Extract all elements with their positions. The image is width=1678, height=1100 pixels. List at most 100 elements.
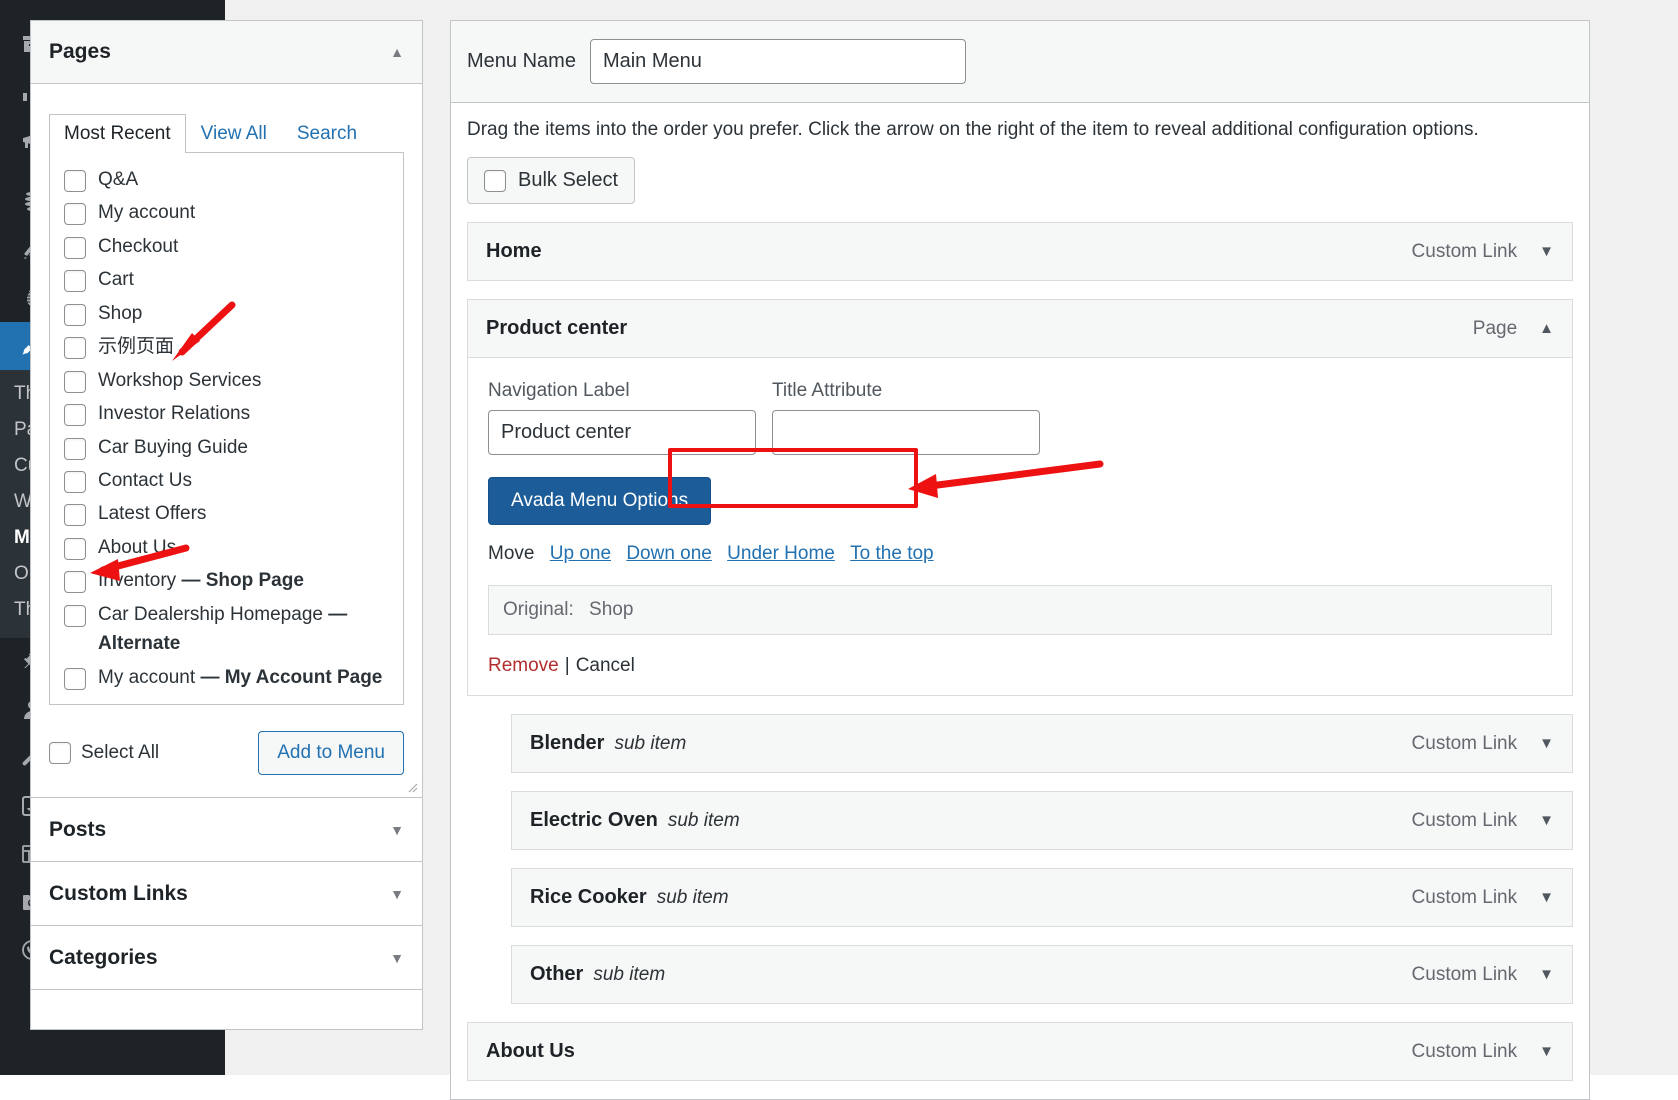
- move-controls: Move Up one Down one Under Home To the t…: [488, 543, 1552, 565]
- posts-panel: Posts ▼: [30, 798, 423, 862]
- menu-item-title-wrap: Blendersub item: [530, 732, 686, 755]
- checkbox-icon[interactable]: [64, 504, 86, 526]
- checkbox-icon[interactable]: [64, 571, 86, 593]
- checkbox-icon[interactable]: [64, 438, 86, 460]
- checkbox-icon[interactable]: [64, 668, 86, 690]
- page-label: Shop: [98, 299, 389, 328]
- chevron-down-icon[interactable]: ▼: [390, 887, 404, 901]
- list-item[interactable]: Investor Relations: [50, 397, 403, 430]
- chevron-up-icon[interactable]: ▲: [1539, 321, 1554, 336]
- list-item[interactable]: About Us: [50, 531, 403, 564]
- page-label: Latest Offers: [98, 499, 389, 528]
- custom-links-panel-title: Custom Links: [49, 882, 188, 906]
- list-item[interactable]: Latest Offers: [50, 497, 403, 530]
- chevron-down-icon[interactable]: ▼: [390, 823, 404, 837]
- menu-item-other[interactable]: Othersub item Custom Link ▼: [511, 945, 1573, 1004]
- remove-link[interactable]: Remove: [488, 655, 559, 676]
- checkbox-icon[interactable]: [64, 605, 86, 627]
- chevron-down-icon[interactable]: ▼: [1539, 736, 1554, 751]
- bulk-select-control[interactable]: Bulk Select: [467, 157, 635, 204]
- list-item[interactable]: Cart: [50, 263, 403, 296]
- checkbox-icon[interactable]: [64, 170, 86, 192]
- menu-item-title: Product center: [486, 317, 627, 340]
- pages-panel-header[interactable]: Pages ▲: [31, 21, 422, 84]
- menu-item-meta: Custom Link ▼: [1412, 1041, 1554, 1063]
- menu-item-header[interactable]: Blendersub item Custom Link ▼: [512, 715, 1572, 772]
- move-to-the-top-link[interactable]: To the top: [850, 543, 933, 564]
- menu-item-blender[interactable]: Blendersub item Custom Link ▼: [511, 714, 1573, 773]
- tab-view-all[interactable]: View All: [186, 114, 282, 153]
- checkbox-icon[interactable]: [64, 304, 86, 326]
- pages-panel-body: Most Recent View All Search Q&A My accou…: [31, 114, 422, 797]
- checkbox-icon[interactable]: [64, 471, 86, 493]
- add-to-menu-button[interactable]: Add to Menu: [258, 731, 404, 775]
- menu-item-product-center[interactable]: Product center Page ▲ Navigation Label T…: [467, 299, 1573, 696]
- menu-item-about-us[interactable]: About Us Custom Link ▼: [467, 1022, 1573, 1081]
- list-item[interactable]: Contact Us: [50, 464, 403, 497]
- list-item[interactable]: My account — My Account Page: [50, 661, 403, 694]
- list-item[interactable]: 示例页面: [50, 330, 403, 363]
- title-attribute-label: Title Attribute: [772, 380, 1040, 402]
- menu-item-header[interactable]: Othersub item Custom Link ▼: [512, 946, 1572, 1003]
- menu-name-input[interactable]: [590, 39, 966, 84]
- chevron-down-icon[interactable]: ▼: [390, 951, 404, 965]
- chevron-down-icon[interactable]: ▼: [1539, 244, 1554, 259]
- menu-item-header[interactable]: Home Custom Link ▼: [468, 223, 1572, 280]
- chevron-down-icon[interactable]: ▼: [1539, 967, 1554, 982]
- remove-cancel-row: Remove|Cancel: [488, 655, 1552, 677]
- tab-search[interactable]: Search: [282, 114, 372, 153]
- list-item[interactable]: Checkout: [50, 230, 403, 263]
- move-up-one-link[interactable]: Up one: [550, 543, 611, 564]
- checkbox-icon[interactable]: [64, 237, 86, 259]
- checkbox-icon[interactable]: [64, 203, 86, 225]
- navigation-label-label: Navigation Label: [488, 380, 756, 402]
- title-attribute-field: Title Attribute: [772, 380, 1040, 455]
- drag-instructions: Drag the items into the order you prefer…: [451, 103, 1589, 141]
- cancel-link[interactable]: Cancel: [576, 655, 635, 676]
- menu-item-title: Home: [486, 240, 542, 263]
- list-item[interactable]: My account: [50, 196, 403, 229]
- categories-panel-header[interactable]: Categories ▼: [31, 926, 422, 989]
- custom-links-panel-header[interactable]: Custom Links ▼: [31, 862, 422, 925]
- bulk-select-wrap: Bulk Select: [451, 141, 1589, 222]
- move-down-one-link[interactable]: Down one: [626, 543, 712, 564]
- menu-item-title: Electric Oven: [530, 809, 658, 831]
- menu-item-header[interactable]: Product center Page ▲: [468, 300, 1572, 358]
- list-item[interactable]: Workshop Services: [50, 364, 403, 397]
- chevron-down-icon[interactable]: ▼: [1539, 890, 1554, 905]
- move-under-home-link[interactable]: Under Home: [727, 543, 835, 564]
- chevron-up-icon[interactable]: ▲: [390, 45, 404, 59]
- menu-item-header[interactable]: About Us Custom Link ▼: [468, 1023, 1572, 1080]
- page-label: Cart: [98, 265, 389, 294]
- checkbox-icon[interactable]: [64, 371, 86, 393]
- menu-item-title-wrap: Rice Cookersub item: [530, 886, 729, 909]
- chevron-down-icon[interactable]: ▼: [1539, 1044, 1554, 1059]
- checkbox-icon[interactable]: [484, 170, 506, 192]
- menu-item-rice-cooker[interactable]: Rice Cookersub item Custom Link ▼: [511, 868, 1573, 927]
- list-item[interactable]: Car Dealership Homepage — Alternate: [50, 598, 403, 661]
- list-item[interactable]: Shop: [50, 297, 403, 330]
- menu-item-home[interactable]: Home Custom Link ▼: [467, 222, 1573, 281]
- checkbox-icon[interactable]: [64, 538, 86, 560]
- checkbox-icon[interactable]: [49, 742, 71, 764]
- menu-item-title: Rice Cooker: [530, 886, 647, 908]
- pages-panel-footer: Select All Add to Menu: [49, 731, 404, 775]
- menu-item-sub-badge: sub item: [668, 810, 740, 831]
- menu-item-header[interactable]: Electric Ovensub item Custom Link ▼: [512, 792, 1572, 849]
- checkbox-icon[interactable]: [64, 337, 86, 359]
- menu-item-sub-badge: sub item: [593, 964, 665, 985]
- resize-handle-icon[interactable]: [404, 779, 420, 795]
- list-item[interactable]: Car Buying Guide: [50, 431, 403, 464]
- checkbox-icon[interactable]: [64, 404, 86, 426]
- tab-most-recent[interactable]: Most Recent: [49, 114, 186, 153]
- page-label: Checkout: [98, 232, 389, 261]
- select-all-control[interactable]: Select All: [49, 742, 159, 764]
- list-item[interactable]: Inventory — Shop Page: [50, 564, 403, 597]
- menu-item-header[interactable]: Rice Cookersub item Custom Link ▼: [512, 869, 1572, 926]
- checkbox-icon[interactable]: [64, 270, 86, 292]
- bulk-select-label: Bulk Select: [518, 169, 618, 192]
- chevron-down-icon[interactable]: ▼: [1539, 813, 1554, 828]
- menu-item-electric-oven[interactable]: Electric Ovensub item Custom Link ▼: [511, 791, 1573, 850]
- list-item[interactable]: Q&A: [50, 163, 403, 196]
- posts-panel-header[interactable]: Posts ▼: [31, 798, 422, 861]
